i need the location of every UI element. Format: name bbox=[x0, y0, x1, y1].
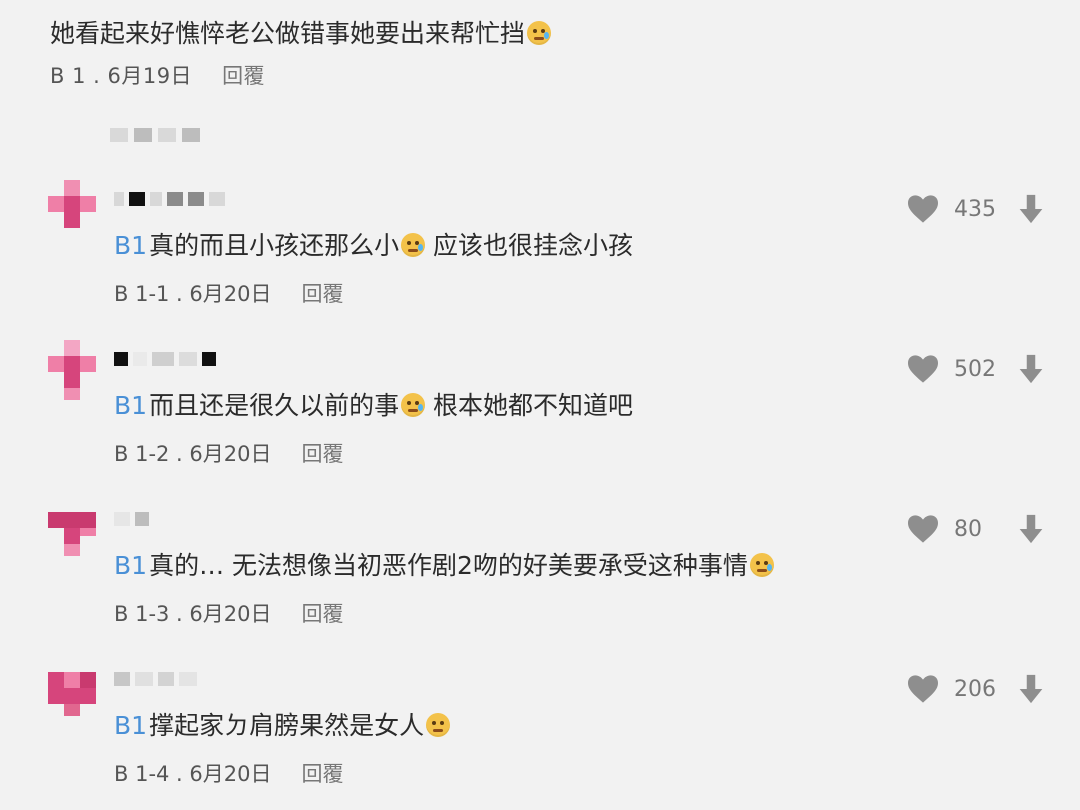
reply-link[interactable]: 回覆 bbox=[302, 278, 344, 308]
mention-tag[interactable]: B1 bbox=[114, 231, 147, 260]
reply-link[interactable]: 回覆 bbox=[302, 758, 344, 788]
username-redacted bbox=[110, 128, 200, 142]
reply-body: B1真的而且小孩还那么小 应该也很挂念小孩 B 1-1 . 6月20日 回覆 bbox=[114, 228, 914, 308]
like-count: 80 bbox=[954, 516, 982, 542]
top-comment: 她看起来好憔悴老公做错事她要出来帮忙挡 B 1 . 6月19日 回覆 bbox=[50, 12, 1030, 90]
reply-actions: 435 bbox=[906, 192, 1048, 226]
reply-link[interactable]: 回覆 bbox=[302, 598, 344, 628]
floor-date: B 1-2 . 6月20日 bbox=[114, 442, 272, 466]
crying-face-emoji bbox=[401, 233, 426, 257]
avatar[interactable] bbox=[48, 660, 96, 716]
floor-date: B 1-3 . 6月20日 bbox=[114, 602, 272, 626]
heart-icon bbox=[906, 674, 940, 704]
reply-meta: B 1-3 . 6月20日 回覆 bbox=[114, 598, 914, 628]
like-count: 435 bbox=[954, 196, 996, 222]
avatar[interactable] bbox=[48, 180, 96, 228]
comment-meta: B 1 . 6月19日 回覆 bbox=[50, 60, 1030, 90]
like-count: 206 bbox=[954, 676, 996, 702]
downvote-icon[interactable] bbox=[1014, 352, 1048, 386]
downvote-icon[interactable] bbox=[1014, 192, 1048, 226]
frowning-face-emoji bbox=[426, 713, 451, 737]
reply-meta: B 1-4 . 6月20日 回覆 bbox=[114, 758, 914, 788]
mention-tag[interactable]: B1 bbox=[114, 391, 147, 420]
reply-item: B1真的而且小孩还那么小 应该也很挂念小孩 B 1-1 . 6月20日 回覆 4… bbox=[48, 180, 1048, 330]
crying-face-emoji bbox=[527, 21, 552, 45]
reply-text: B1真的而且小孩还那么小 应该也很挂念小孩 bbox=[114, 231, 634, 260]
floor-date: B 1-4 . 6月20日 bbox=[114, 762, 272, 786]
reply-item: B1而且还是很久以前的事 根本她都不知道吧 B 1-2 . 6月20日 回覆 5… bbox=[48, 340, 1048, 490]
reply-actions: 80 bbox=[906, 512, 1048, 546]
comment-text: 她看起来好憔悴老公做错事她要出来帮忙挡 bbox=[50, 12, 1030, 56]
reply-actions: 206 bbox=[906, 672, 1048, 706]
downvote-icon[interactable] bbox=[1014, 672, 1048, 706]
like-button[interactable]: 80 bbox=[906, 514, 1000, 544]
avatar[interactable] bbox=[48, 340, 96, 400]
floor-date: B 1 . 6月19日 bbox=[50, 64, 193, 88]
downvote-icon[interactable] bbox=[1014, 512, 1048, 546]
like-button[interactable]: 502 bbox=[906, 354, 1000, 384]
username-redacted[interactable] bbox=[114, 192, 225, 206]
reply-text: B1而且还是很久以前的事 根本她都不知道吧 bbox=[114, 391, 634, 420]
reply-text: B1真的… 无法想像当初恶作剧2吻的好美要承受这种事情 bbox=[114, 548, 914, 584]
reply-actions: 502 bbox=[906, 352, 1048, 386]
username-redacted[interactable] bbox=[114, 672, 197, 686]
reply-body: B1真的… 无法想像当初恶作剧2吻的好美要承受这种事情 B 1-3 . 6月20… bbox=[114, 548, 914, 628]
reply-text: B1撑起家ㄉ肩膀果然是女人 bbox=[114, 708, 914, 744]
username-redacted[interactable] bbox=[114, 512, 149, 526]
reply-link[interactable]: 回覆 bbox=[302, 438, 344, 468]
heart-icon bbox=[906, 354, 940, 384]
reply-link[interactable]: 回覆 bbox=[222, 60, 265, 90]
heart-icon bbox=[906, 194, 940, 224]
reply-item: B1真的… 无法想像当初恶作剧2吻的好美要承受这种事情 B 1-3 . 6月20… bbox=[48, 500, 1048, 650]
like-count: 502 bbox=[954, 356, 996, 382]
reply-meta: B 1-2 . 6月20日 回覆 bbox=[114, 438, 914, 468]
floor-date: B 1-1 . 6月20日 bbox=[114, 282, 272, 306]
mention-tag[interactable]: B1 bbox=[114, 711, 147, 740]
heart-icon bbox=[906, 514, 940, 544]
avatar[interactable] bbox=[48, 500, 96, 556]
reply-meta: B 1-1 . 6月20日 回覆 bbox=[114, 278, 914, 308]
reply-body: B1撑起家ㄉ肩膀果然是女人 B 1-4 . 6月20日 回覆 bbox=[114, 708, 914, 788]
like-button[interactable]: 206 bbox=[906, 674, 1000, 704]
like-button[interactable]: 435 bbox=[906, 194, 1000, 224]
reply-item: B1撑起家ㄉ肩膀果然是女人 B 1-4 . 6月20日 回覆 206 bbox=[48, 660, 1048, 810]
mention-tag[interactable]: B1 bbox=[114, 551, 147, 580]
crying-face-emoji bbox=[401, 393, 426, 417]
crying-face-emoji bbox=[749, 553, 774, 577]
username-redacted[interactable] bbox=[114, 352, 216, 366]
reply-body: B1而且还是很久以前的事 根本她都不知道吧 B 1-2 . 6月20日 回覆 bbox=[114, 388, 914, 468]
